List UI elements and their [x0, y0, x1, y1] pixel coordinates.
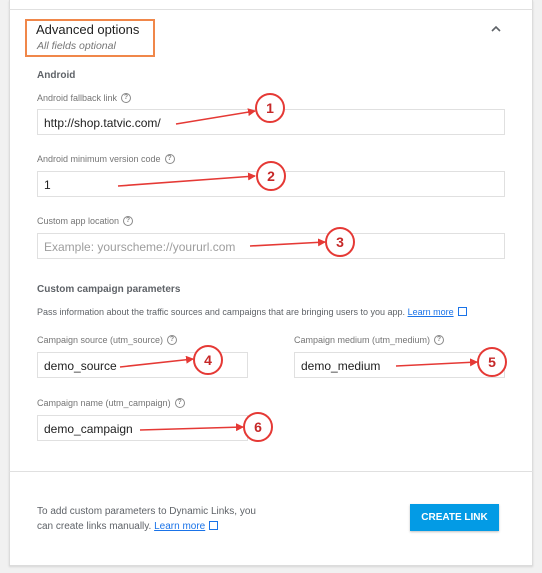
- annotation-badge-2: 2: [256, 161, 286, 191]
- arrow-3: [249, 238, 326, 247]
- arrow-1: [175, 108, 256, 125]
- annotation-badge-5: 5: [477, 347, 507, 377]
- arrow-2: [117, 172, 256, 187]
- annotation-badge-1: 1: [255, 93, 285, 123]
- arrow-6: [139, 423, 244, 432]
- arrow-4: [119, 355, 194, 368]
- annotation-arrows: [117, 108, 478, 432]
- annotation-badge-3: 3: [325, 227, 355, 257]
- annotation-badge-6: 6: [243, 412, 273, 442]
- arrow-5: [395, 358, 478, 367]
- annotation-badge-4: 4: [193, 345, 223, 375]
